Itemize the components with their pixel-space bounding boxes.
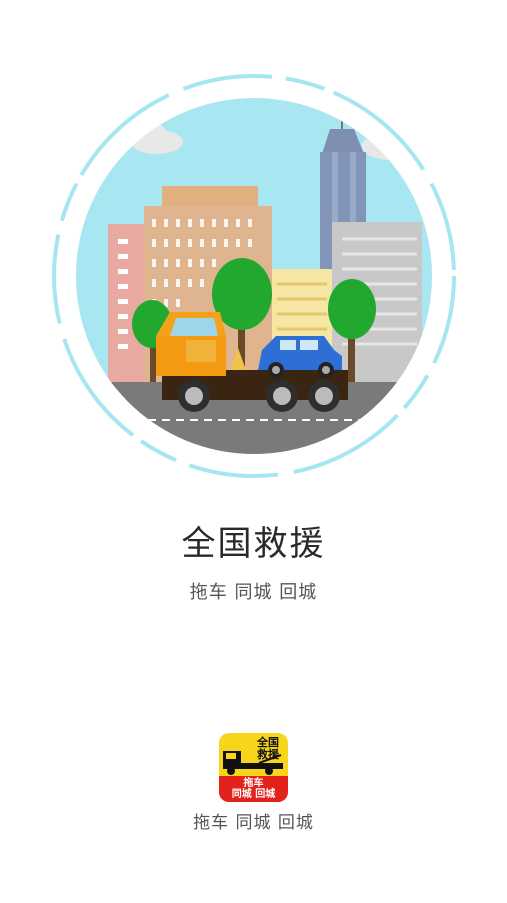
splash-illustration: [52, 74, 456, 478]
app-logo-band-line1: 拖车: [243, 778, 264, 789]
page-subtitle: 拖车 同城 回城: [189, 582, 318, 603]
tow-truck-city-illustration: [52, 74, 456, 478]
app-caption: 拖车 同城 回城: [193, 813, 314, 833]
app-logo-red-band: 拖车 同城 回城: [219, 776, 288, 802]
app-logo: 全国 救援 拖车 同城 回城: [219, 733, 288, 802]
app-logo-band-line2: 同城 回城: [231, 789, 276, 800]
page-title: 全国救援: [181, 524, 326, 564]
